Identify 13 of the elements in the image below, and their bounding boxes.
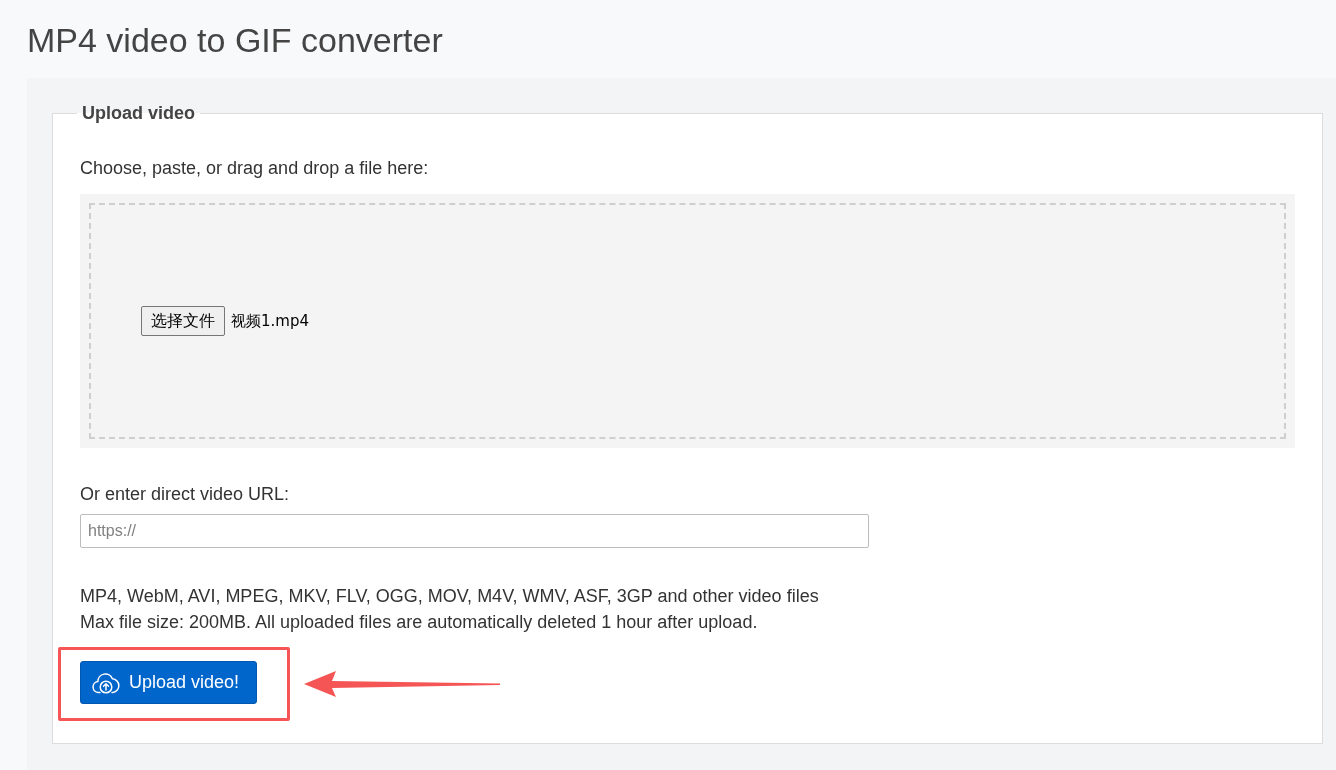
upload-note-text: Max file size: 200MB. All uploaded files are automatically deleted 1 hour after upload. [80,611,759,634]
drop-zone-label: Choose, paste, or drag and drop a file here: [80,157,430,179]
url-input-field[interactable]: https:// [80,514,869,548]
file-name-text: 视频1.mp4 [231,311,309,331]
upload-note-text: MP4, WebM, AVI, MPEG, MKV, FLV, OGG, MOV, M4V, WMV, ASF, 3GP and other video files [80,585,820,608]
section-legend: Upload video [77,103,200,124]
cloud-upload-icon [92,671,120,694]
url-label: Or enter direct video URL: [80,483,291,505]
file-drop-zone[interactable]: 选择文件 视频1.mp4 [80,194,1295,448]
upload-video-button[interactable]: Upload video! [80,661,257,704]
pointer-arrow-icon [304,670,500,698]
choose-file-button[interactable]: 选择文件 [141,306,225,336]
page-title: MP4 video to GIF converter [26,20,444,61]
